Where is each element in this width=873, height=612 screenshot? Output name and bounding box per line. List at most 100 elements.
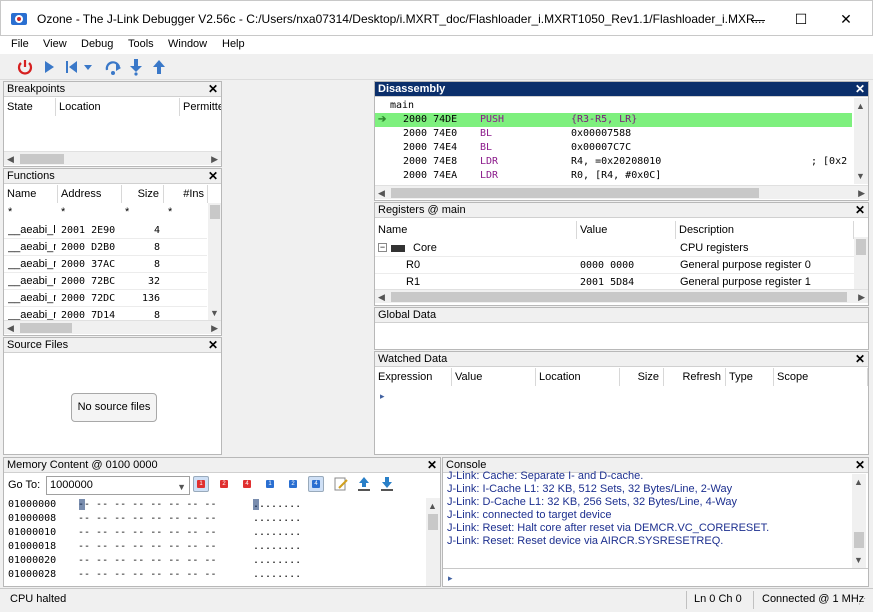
watch-col-size[interactable]: Size (620, 368, 664, 386)
chevron-down-icon[interactable]: ▼ (854, 554, 863, 566)
mem-vscrollbar[interactable]: ▲ (426, 498, 440, 586)
disasm-hscroll-thumb[interactable] (391, 188, 759, 198)
chevron-left-icon[interactable]: ◀ (7, 153, 14, 165)
close-icon[interactable]: ✕ (208, 338, 218, 352)
access-4byte-icon[interactable]: 4 (308, 476, 324, 492)
resize-grip-icon[interactable]: ⋰ (858, 597, 866, 606)
watch-col-type[interactable]: Type (726, 368, 774, 386)
chevron-up-icon[interactable]: ▲ (428, 500, 437, 512)
chevron-right-icon[interactable]: ▸ (380, 390, 385, 402)
function-row[interactable]: __aeabi_n 2000 D2B0 8 (4, 239, 207, 256)
function-row[interactable]: __aeabi_n 2000 72BC 32 (4, 273, 207, 290)
chevron-down-icon[interactable]: ▼ (210, 307, 219, 319)
close-icon[interactable]: ✕ (855, 458, 865, 472)
close-icon[interactable]: ✕ (855, 82, 865, 96)
memory-bytes[interactable]: -- -- -- -- -- -- -- -- (78, 498, 216, 512)
menu-file[interactable]: File (11, 38, 29, 50)
memory-row[interactable]: 01000020 -- -- -- -- -- -- -- --........ (4, 554, 424, 568)
disasm-hscrollbar[interactable]: ◀ ▶ (375, 185, 868, 199)
fn-filter-name[interactable]: * (8, 204, 12, 221)
memory-row[interactable]: 01000008 -- -- -- -- -- -- -- --........ (4, 512, 424, 526)
step-out-icon[interactable] (150, 58, 168, 76)
bp-hscrollbar[interactable]: ◀ ▶ (4, 151, 221, 165)
chevron-right-icon[interactable]: ▶ (211, 153, 218, 165)
reg-col-name[interactable]: Name (375, 221, 577, 239)
goto-address-combobox[interactable]: 1000000 ▼ (46, 476, 190, 495)
memory-bytes[interactable]: -- -- -- -- -- -- -- -- (78, 554, 216, 568)
close-icon[interactable]: ✕ (427, 458, 437, 472)
mem-vscroll-thumb[interactable] (428, 514, 438, 530)
display-1byte-icon[interactable]: 1 (193, 476, 209, 492)
register-row[interactable]: R0 0000 0000 General purpose register 0 (375, 257, 868, 274)
memory-bytes[interactable]: -- -- -- -- -- -- -- -- (78, 526, 216, 540)
reg-vscrollbar[interactable] (854, 237, 868, 289)
bp-col-permitted[interactable]: Permitte (180, 98, 221, 116)
chevron-right-icon[interactable]: ▶ (858, 291, 865, 303)
minimize-button[interactable]: — (738, 7, 778, 31)
chevron-down-icon[interactable] (82, 58, 94, 76)
memory-ascii[interactable]: ........ (253, 498, 301, 512)
fn-col-ins[interactable]: #Ins (164, 185, 208, 203)
reg-vscroll-thumb[interactable] (856, 239, 866, 255)
chevron-down-icon[interactable]: ▼ (856, 170, 865, 182)
close-icon[interactable]: ✕ (208, 169, 218, 183)
watch-col-location[interactable]: Location (536, 368, 620, 386)
maximize-button[interactable]: ☐ (781, 7, 821, 31)
download-icon[interactable] (379, 476, 395, 492)
step-over-icon[interactable] (104, 58, 122, 76)
fn-col-name[interactable]: Name (4, 185, 58, 203)
memory-row[interactable]: 01000000 -- -- -- -- -- -- -- --........ (4, 498, 424, 512)
power-icon[interactable] (16, 58, 34, 76)
memory-row[interactable]: 01000018 -- -- -- -- -- -- -- --........ (4, 540, 424, 554)
memory-row[interactable]: 01000028 -- -- -- -- -- -- -- --........ (4, 568, 424, 582)
disasm-vscrollbar[interactable]: ▲ ▼ (854, 98, 868, 184)
console-vscroll-thumb[interactable] (854, 532, 864, 548)
bp-col-state[interactable]: State (4, 98, 56, 116)
continue-icon[interactable] (40, 58, 58, 76)
disassembly-line[interactable]: 2000 74E8 LDR R4, =0x20208010 ; [0x2 (375, 155, 852, 169)
memory-row[interactable]: 01000010 -- -- -- -- -- -- -- --........ (4, 526, 424, 540)
function-row[interactable]: __aeabi_n 2000 72DC 136 (4, 290, 207, 307)
watch-col-refresh[interactable]: Refresh (664, 368, 726, 386)
step-into-icon[interactable] (127, 58, 145, 76)
chevron-up-icon[interactable]: ▲ (856, 100, 865, 112)
display-2byte-icon[interactable]: 2 (216, 476, 232, 492)
fn-filter-ins[interactable]: * (168, 204, 172, 221)
menu-view[interactable]: View (43, 38, 67, 50)
fn-col-size[interactable]: Size (122, 185, 164, 203)
disassembly-line[interactable]: 2000 74E0 BL 0x00007588 (375, 127, 852, 141)
memory-bytes[interactable]: -- -- -- -- -- -- -- -- (78, 512, 216, 526)
chevron-left-icon[interactable]: ◀ (7, 322, 14, 334)
chevron-down-icon[interactable]: ▼ (177, 481, 186, 493)
disassembly-line[interactable]: 2000 74EA LDR R0, [R4, #0x0C] (375, 169, 852, 183)
memory-ascii[interactable]: ........ (253, 554, 301, 568)
disassembly-line[interactable]: ➔ 2000 74DE PUSH {R3-R5, LR} (375, 113, 852, 127)
disassembly-line[interactable]: 2000 74E4 BL 0x00007C7C (375, 141, 852, 155)
close-icon[interactable]: ✕ (855, 352, 865, 366)
fn-col-address[interactable]: Address (58, 185, 122, 203)
reg-col-description[interactable]: Description (676, 221, 854, 239)
fn-vscrollbar[interactable]: ▼ (208, 203, 221, 321)
memory-ascii[interactable]: ........ (253, 568, 301, 582)
memory-ascii[interactable]: ........ (253, 526, 301, 540)
reg-value[interactable]: 0000 0000 (580, 257, 634, 274)
memory-bytes[interactable]: -- -- -- -- -- -- -- -- (78, 568, 216, 582)
console-command-input[interactable]: ▸ (443, 568, 868, 586)
goto-address-value[interactable]: 1000000 (50, 477, 93, 494)
upload-icon[interactable] (356, 476, 372, 492)
memory-bytes[interactable]: -- -- -- -- -- -- -- -- (78, 540, 216, 554)
memory-ascii[interactable]: ........ (253, 512, 301, 526)
edit-icon[interactable] (333, 476, 349, 492)
close-icon[interactable]: ✕ (208, 82, 218, 96)
access-2byte-icon[interactable]: 2 (285, 476, 301, 492)
reg-col-value[interactable]: Value (577, 221, 676, 239)
chevron-right-icon[interactable]: ▶ (858, 187, 865, 199)
bp-col-location[interactable]: Location (56, 98, 180, 116)
menu-debug[interactable]: Debug (81, 38, 113, 50)
bp-hscroll-thumb[interactable] (20, 154, 64, 164)
watch-col-expression[interactable]: Expression (375, 368, 452, 386)
access-1byte-icon[interactable]: 1 (262, 476, 278, 492)
close-button[interactable]: ✕ (826, 7, 866, 31)
menu-tools[interactable]: Tools (128, 38, 154, 50)
memory-ascii[interactable]: ........ (253, 540, 301, 554)
